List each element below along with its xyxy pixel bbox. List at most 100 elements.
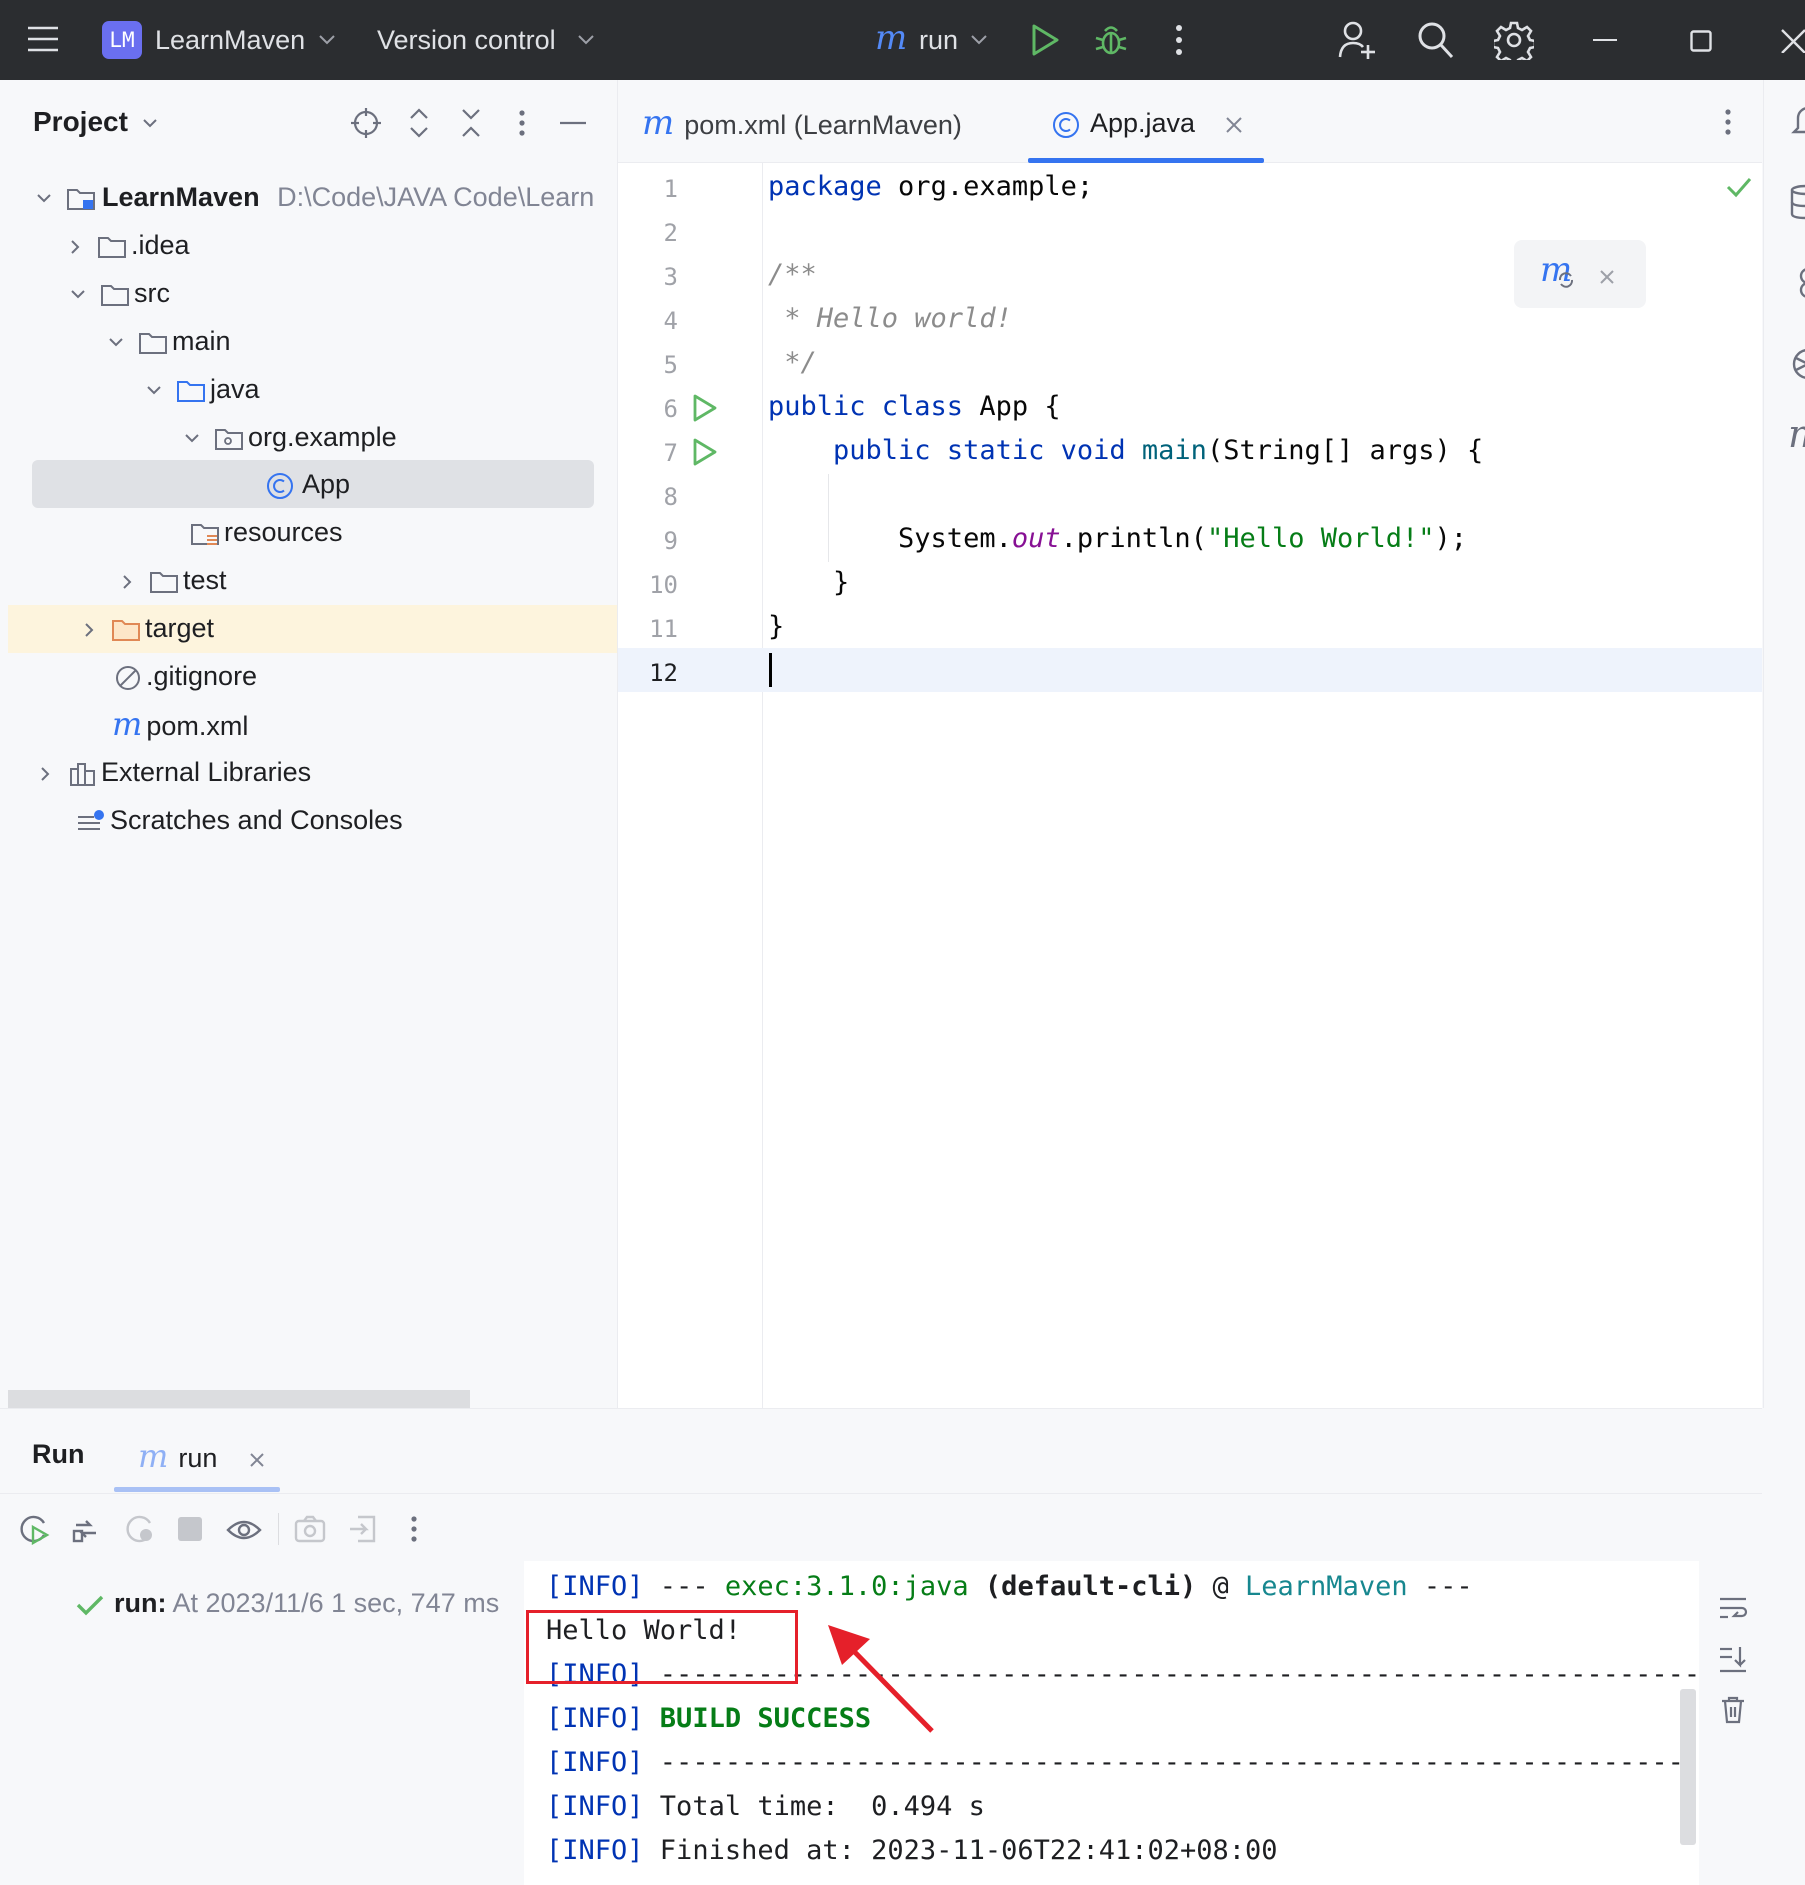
rerun-icon[interactable] (18, 1513, 50, 1545)
rerun-disabled-icon[interactable] (124, 1513, 156, 1545)
tree-item-src[interactable]: src (70, 270, 170, 316)
tab-app-java[interactable]: App.java (1052, 98, 1243, 148)
run-tree-entry[interactable]: run: At 2023/11/6 1 sec, 747 ms (76, 1583, 499, 1623)
horizontal-scrollbar[interactable] (8, 1390, 470, 1408)
run-gutter-icon[interactable] (692, 393, 718, 423)
scroll-to-end-icon[interactable] (1718, 1645, 1748, 1673)
tree-item-java[interactable]: java (146, 366, 260, 412)
collapse-all-icon[interactable] (460, 107, 482, 139)
debug-icon[interactable] (1094, 22, 1128, 58)
run-config-label[interactable]: run (919, 25, 958, 56)
add-user-icon[interactable] (1338, 20, 1376, 60)
chevron-down-icon[interactable] (142, 118, 158, 129)
screenshot-icon[interactable] (294, 1515, 326, 1543)
close-icon[interactable] (1780, 28, 1805, 53)
code-line-11[interactable]: } (768, 605, 784, 649)
code-line-5[interactable]: */ (768, 341, 817, 385)
tree-item-test[interactable]: test (122, 557, 227, 603)
chevron-down-icon[interactable] (318, 34, 336, 46)
tree-item-app[interactable]: App (266, 461, 350, 507)
more-icon[interactable] (410, 1515, 418, 1543)
endpoints-icon[interactable] (1790, 346, 1805, 382)
options-icon[interactable] (518, 109, 526, 137)
minimize-icon[interactable] (1593, 38, 1617, 42)
chevron-right-icon[interactable] (122, 574, 133, 590)
maven-tool-icon[interactable]: m (1788, 412, 1805, 456)
tree-item-pom[interactable]: m pom.xml (112, 701, 248, 747)
success-check-icon (76, 1595, 104, 1616)
console-scrollbar[interactable] (1680, 1689, 1696, 1845)
code-line-9[interactable]: System.out.println("Hello World!"); (768, 517, 1467, 561)
run-panel-title: Run (32, 1439, 85, 1469)
more-icon[interactable] (1724, 108, 1732, 136)
locate-icon[interactable] (350, 107, 382, 139)
run-gutter-icon[interactable] (692, 437, 718, 467)
stop-icon[interactable] (178, 1517, 202, 1541)
chevron-down-icon[interactable] (70, 289, 86, 300)
run-tab[interactable]: m run (138, 1431, 265, 1481)
chevron-right-icon[interactable] (40, 766, 51, 782)
current-line-highlight (618, 648, 1762, 692)
hamburger-menu-icon[interactable] (27, 24, 59, 54)
tree-item-target[interactable]: target (84, 605, 214, 651)
tab-pom-xml[interactable]: m pom.xml (LearnMaven) (642, 98, 962, 148)
tree-item-resources[interactable]: resources (190, 509, 343, 555)
chevron-right-icon[interactable] (70, 239, 81, 255)
chevron-down-icon[interactable] (146, 385, 162, 396)
code-line-6[interactable]: public class App { (768, 385, 1061, 429)
tree-item-learnmaven[interactable]: LearnMaven D:\Code\JAVA Code\Learn (36, 174, 594, 220)
chevron-down-icon[interactable] (577, 34, 595, 46)
console-text: Finished at: 2023-11-06T22:41:02+08:00 (643, 1835, 1278, 1866)
project-name[interactable]: LearnMaven (155, 25, 305, 56)
tree-item-idea[interactable]: .idea (70, 222, 190, 268)
soft-wrap-icon[interactable] (1718, 1595, 1748, 1623)
close-icon[interactable] (1599, 269, 1615, 285)
expand-all-icon[interactable] (408, 107, 430, 139)
inspection-ok-icon[interactable] (1726, 176, 1752, 198)
console-plugin: exec:3.1.0:java (724, 1571, 969, 1602)
tree-item-path: D:\Code\JAVA Code\Learn (277, 182, 595, 212)
more-icon[interactable] (1175, 24, 1183, 56)
source-folder-icon (177, 380, 205, 402)
hide-panel-icon[interactable] (560, 121, 586, 125)
tree-item-main[interactable]: main (108, 318, 231, 364)
tree-item-org-example[interactable]: org.example (184, 414, 397, 460)
chevron-down-icon[interactable] (36, 193, 52, 204)
database-icon[interactable] (1790, 184, 1805, 220)
project-badge[interactable]: LM (102, 21, 142, 59)
chevron-right-icon[interactable] (84, 622, 95, 638)
ai-assistant-icon[interactable] (1790, 266, 1805, 300)
chevron-down-icon[interactable] (108, 337, 124, 348)
code-keyword: package (768, 171, 882, 202)
tree-item-gitignore[interactable]: .gitignore (114, 653, 257, 699)
close-tab-icon[interactable] (249, 1452, 265, 1468)
chevron-down-icon[interactable] (970, 34, 988, 46)
code-line-1[interactable]: package org.example; (768, 165, 1093, 209)
code-line-10[interactable]: } (768, 561, 849, 605)
tree-item-scratches[interactable]: Scratches and Consoles (76, 797, 403, 843)
rerun-failed-icon[interactable] (70, 1513, 102, 1545)
code-line-3[interactable]: /** (768, 253, 817, 297)
editor-area: m pom.xml (LearnMaven) App.java 1 2 3 4 5… (618, 80, 1762, 1408)
maven-icon: m (112, 705, 143, 743)
notifications-icon[interactable] (1790, 104, 1805, 138)
maximize-icon[interactable] (1690, 30, 1712, 52)
settings-icon[interactable] (1494, 20, 1534, 60)
tree-item-external-libraries[interactable]: External Libraries (40, 749, 311, 795)
code-line-7[interactable]: public static void main(String[] args) { (768, 429, 1483, 473)
chevron-down-icon[interactable] (184, 433, 200, 444)
trash-icon[interactable] (1720, 1695, 1746, 1725)
run-icon[interactable] (1030, 23, 1060, 57)
project-panel-title[interactable]: Project (33, 106, 128, 138)
search-icon[interactable] (1416, 20, 1454, 60)
tree-item-label: org.example (248, 422, 397, 452)
maven-icon: m (642, 103, 675, 143)
library-icon (70, 762, 95, 786)
tree-item-label: test (183, 565, 227, 595)
close-tab-icon[interactable] (1225, 116, 1243, 134)
code-line-4[interactable]: * Hello world! (768, 297, 1012, 341)
vcs-label[interactable]: Version control (377, 25, 556, 56)
eye-icon[interactable] (226, 1517, 262, 1543)
export-icon[interactable] (348, 1513, 378, 1545)
